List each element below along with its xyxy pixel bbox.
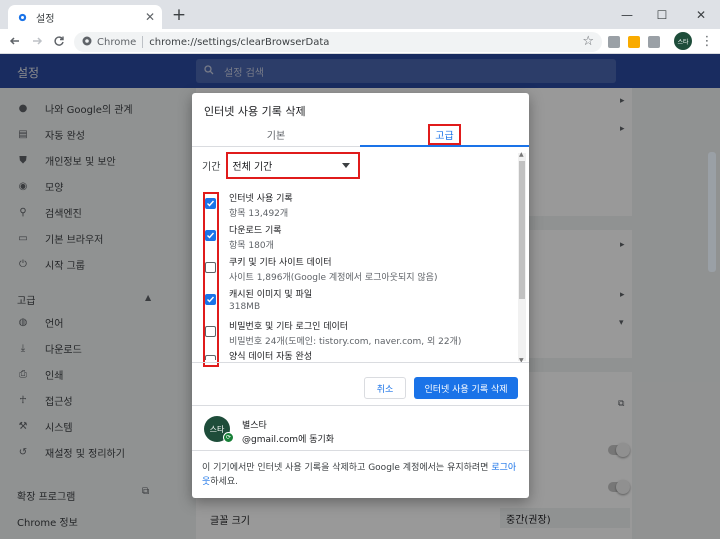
clear-data-button[interactable]: 인터넷 사용 기록 삭제 bbox=[414, 377, 518, 399]
footer-tail: 하세요. bbox=[210, 477, 238, 487]
browser-toolbar: Chrome chrome://settings/clearBrowserDat… bbox=[0, 29, 720, 54]
folder-extension-icon[interactable] bbox=[628, 36, 640, 48]
item-subtitle: 사이트 1,896개(Google 계정에서 로그아웃되지 않음) bbox=[229, 273, 438, 283]
bookmark-star-icon[interactable]: ☆ bbox=[582, 34, 594, 49]
page-scrollbar[interactable] bbox=[708, 152, 716, 272]
active-tab-indicator bbox=[360, 145, 529, 147]
clear-browsing-data-dialog: 인터넷 사용 기록 삭제 기본 고급 기간 전체 기간 인터넷 사용 기록 항목… bbox=[192, 93, 529, 498]
item-title: 인터넷 사용 기록 bbox=[229, 194, 293, 204]
tab-strip: 설정 ✕ + — ☐ ✕ bbox=[0, 0, 720, 29]
highlight-box: 고급 bbox=[428, 123, 461, 145]
scroll-up-arrow-icon[interactable]: ▲ bbox=[519, 151, 524, 158]
list-item: 양식 데이터 자동 완성 bbox=[192, 347, 518, 360]
minimize-button[interactable]: — bbox=[610, 0, 644, 29]
omnibox-separator bbox=[142, 36, 144, 48]
list-item: 비밀번호 및 기타 로그인 데이터 비밀번호 24개(도메인: tistory.… bbox=[192, 317, 518, 349]
back-button[interactable] bbox=[6, 32, 24, 50]
dialog-scrollbar-thumb[interactable] bbox=[519, 161, 525, 299]
profile-avatar[interactable]: 스타 bbox=[674, 32, 692, 50]
sync-account-row: 스타 ⟳ 별스타 @gmail.com에 동기화 bbox=[192, 405, 529, 451]
sync-icon: ⟳ bbox=[223, 432, 234, 443]
item-title: 다운로드 기록 bbox=[229, 226, 282, 236]
dialog-footer-note: 이 기기에서만 인터넷 사용 기록을 삭제하고 Google 계정에서는 유지하… bbox=[202, 461, 520, 489]
account-name: 별스타 bbox=[242, 421, 267, 431]
time-range-value: 전체 기간 bbox=[232, 161, 273, 173]
dialog-tabs: 기본 고급 bbox=[192, 121, 529, 147]
tab-title: 설정 bbox=[36, 13, 55, 25]
forward-button[interactable] bbox=[28, 32, 46, 50]
tab-advanced-label: 고급 bbox=[435, 130, 454, 142]
maximize-button[interactable]: ☐ bbox=[645, 0, 679, 29]
gear-icon bbox=[16, 11, 28, 23]
time-range-select[interactable]: 전체 기간 bbox=[226, 151, 361, 179]
item-subtitle: 항목 180개 bbox=[229, 241, 274, 251]
browser-tab[interactable]: 설정 ✕ bbox=[8, 5, 162, 29]
tab-basic[interactable]: 기본 bbox=[192, 121, 360, 147]
item-title: 캐시된 이미지 및 파일 bbox=[229, 290, 313, 300]
list-item: 캐시된 이미지 및 파일 318MB bbox=[192, 285, 518, 317]
cast-extension-icon[interactable] bbox=[648, 36, 660, 48]
item-title: 쿠키 및 기타 사이트 데이터 bbox=[229, 258, 332, 268]
omnibox-site-label: Chrome bbox=[97, 36, 137, 48]
tab-advanced[interactable]: 고급 bbox=[360, 121, 529, 147]
time-range-label: 기간 bbox=[202, 161, 221, 173]
item-subtitle: 비밀번호 24개(도메인: tistory.com, naver.com, 외 … bbox=[229, 337, 462, 347]
chrome-site-icon bbox=[82, 36, 92, 49]
address-bar[interactable]: Chrome chrome://settings/clearBrowserDat… bbox=[74, 32, 602, 52]
item-subtitle: 318MB bbox=[229, 302, 261, 312]
list-item: 다운로드 기록 항목 180개 bbox=[192, 221, 518, 253]
new-tab-button[interactable]: + bbox=[170, 5, 188, 25]
footer-text: 이 기기에서만 인터넷 사용 기록을 삭제하고 Google 계정에서는 유지하… bbox=[202, 463, 492, 473]
omnibox-url: chrome://settings/clearBrowserData bbox=[149, 36, 330, 48]
item-title: 양식 데이터 자동 완성 bbox=[229, 352, 313, 360]
cancel-button[interactable]: 취소 bbox=[364, 377, 406, 399]
close-tab-icon[interactable]: ✕ bbox=[142, 9, 158, 25]
list-item: 쿠키 및 기타 사이트 데이터 사이트 1,896개(Google 계정에서 로… bbox=[192, 253, 518, 285]
checkbox-highlight-box bbox=[203, 192, 219, 367]
close-window-button[interactable]: ✕ bbox=[684, 0, 718, 29]
dropdown-arrow-icon bbox=[342, 162, 351, 168]
list-item: 인터넷 사용 기록 항목 13,492개 bbox=[192, 189, 518, 221]
divider bbox=[192, 362, 529, 363]
dialog-title: 인터넷 사용 기록 삭제 bbox=[204, 105, 306, 118]
data-type-list: 인터넷 사용 기록 항목 13,492개 다운로드 기록 항목 180개 쿠키 … bbox=[192, 187, 518, 360]
account-email: @gmail.com에 동기화 bbox=[242, 435, 335, 445]
chrome-menu-icon[interactable]: ⋮ bbox=[700, 32, 714, 50]
time-range-row: 기간 전체 기간 bbox=[202, 151, 361, 179]
tab-basic-label: 기본 bbox=[266, 130, 286, 142]
item-title: 비밀번호 및 기타 로그인 데이터 bbox=[229, 322, 349, 332]
item-subtitle: 항목 13,492개 bbox=[229, 209, 289, 219]
reload-button[interactable] bbox=[50, 32, 68, 50]
extension-icon[interactable] bbox=[608, 36, 620, 48]
